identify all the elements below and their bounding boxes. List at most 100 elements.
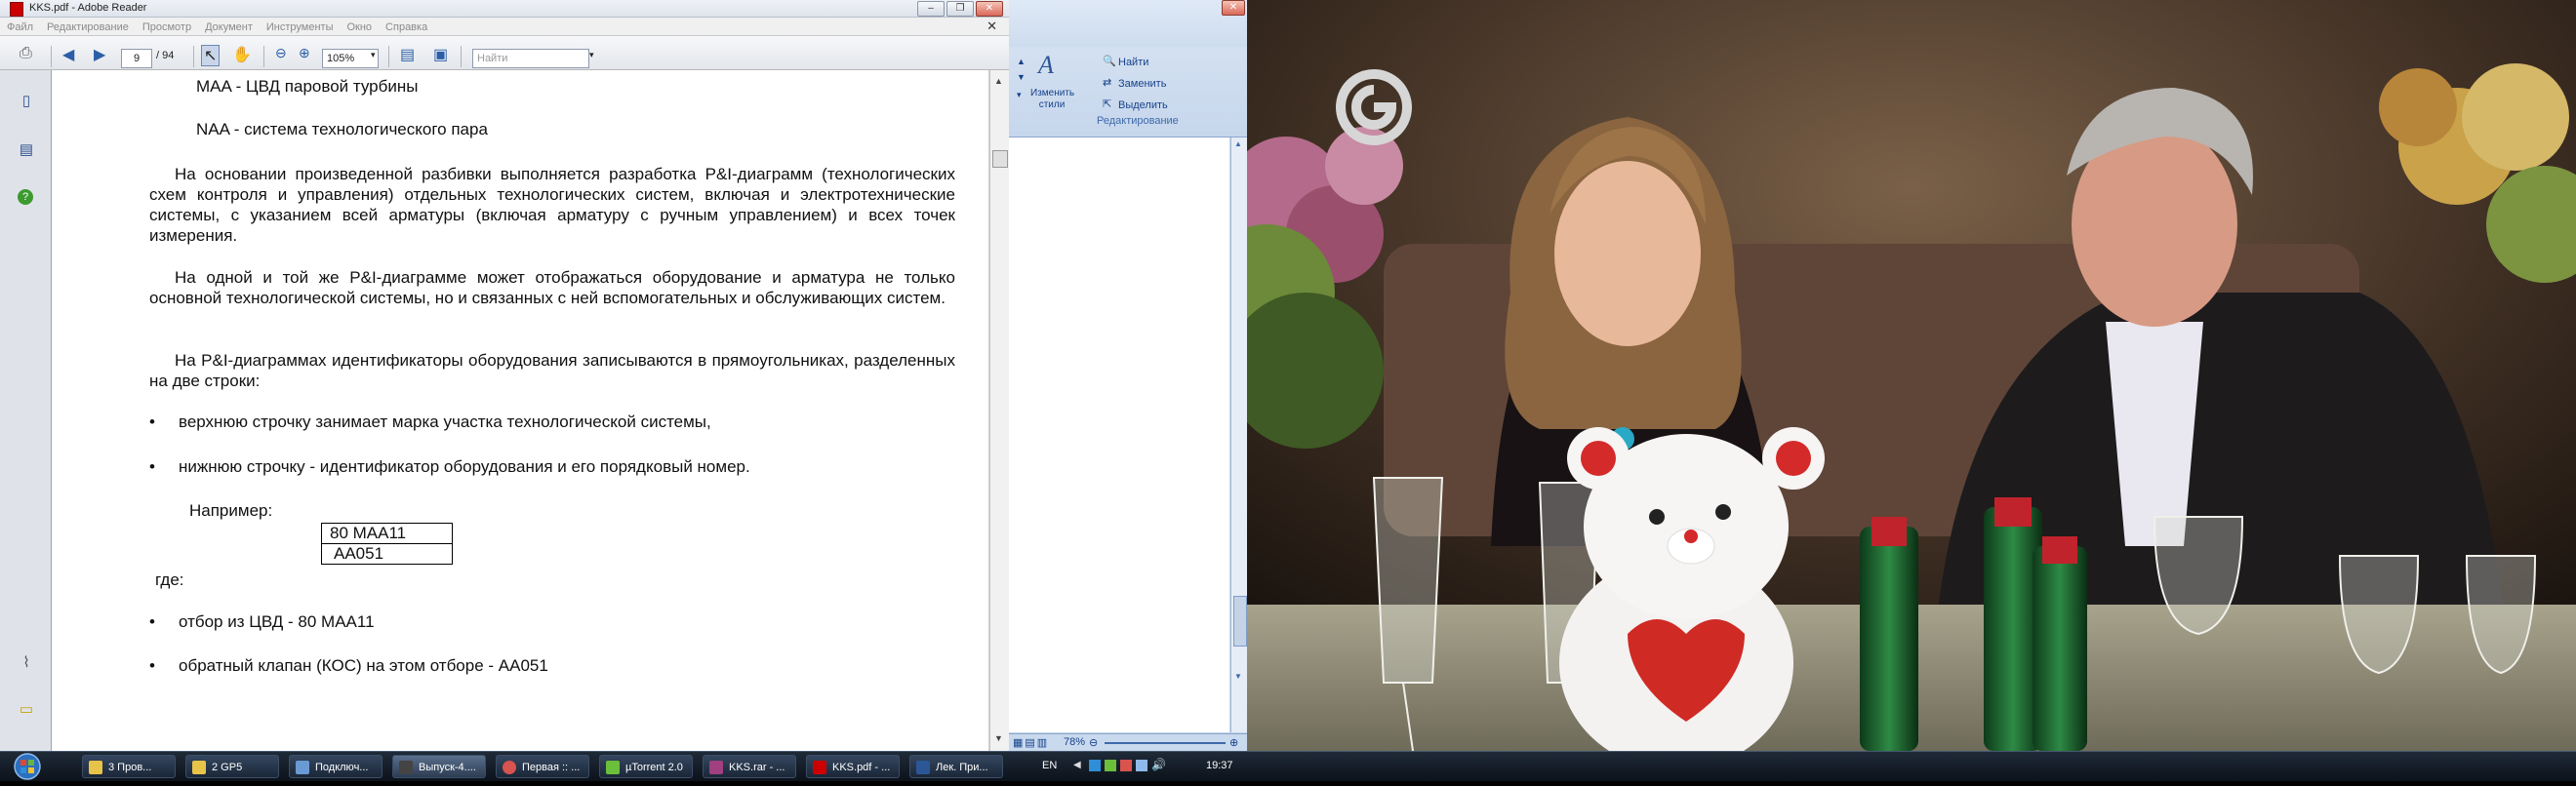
taskbar-item-video[interactable]: Выпуск-4.... (392, 755, 486, 778)
menu-edit[interactable]: Редактирование (40, 20, 136, 33)
find-icon: 🔍 (1103, 56, 1116, 67)
clock[interactable]: 19:37 (1206, 760, 1233, 771)
adobe-reader-window: KKS.pdf - Adobe Reader – ❐ ✕ Файл Редакти… (0, 0, 1009, 751)
page-number-input[interactable]: 9 (121, 49, 152, 68)
video-frame (1247, 0, 2576, 751)
comments-icon[interactable]: ▭ (18, 700, 35, 720)
scroll-thumb[interactable] (992, 150, 1008, 168)
word-close-button[interactable]: ✕ (1222, 0, 1245, 16)
print-icon[interactable]: ⎙ (20, 45, 32, 62)
doc-box-top: 80 MAA11 (321, 523, 453, 544)
word-scroll-thumb[interactable] (1233, 596, 1247, 647)
view-buttons-icon[interactable]: ▦▤▥ (1013, 736, 1049, 749)
folder-icon (192, 761, 206, 774)
zoom-slider[interactable] (1105, 742, 1226, 744)
taskbar-item-browser[interactable]: Первая :: ... (496, 755, 589, 778)
language-indicator[interactable]: EN (1042, 760, 1057, 771)
word-vertical-scrollbar[interactable]: ▲ ▼ (1230, 138, 1247, 732)
tray-expand-icon[interactable]: ◀ (1073, 760, 1081, 770)
word-scroll-up-icon[interactable]: ▲ (1234, 139, 1242, 148)
tray-app-icon[interactable] (1089, 760, 1101, 771)
word-icon (916, 761, 930, 774)
media-player-icon (399, 761, 413, 774)
select-icon: ⇱ (1103, 98, 1112, 110)
menu-document[interactable]: Документ (198, 20, 260, 33)
zoom-in-icon[interactable]: ⊕ (1229, 736, 1238, 749)
taskbar-item-gp5[interactable]: 2 GP5 (185, 755, 279, 778)
next-page-icon[interactable]: ▶ (94, 45, 105, 64)
menu-help[interactable]: Справка (379, 20, 434, 33)
doc-line-naa: NAA - система технологического пара (196, 120, 488, 138)
doc-line-maa: MAA - ЦВД паровой турбины (196, 77, 419, 96)
document-page: MAA - ЦВД паровой турбины NAA - система … (52, 70, 988, 751)
word-ribbon: ✕ ▲ ▼ ▾ A Изменить стили 🔍 Найти ⇄ Замен… (1009, 0, 1247, 138)
volume-icon[interactable]: 🔊 (1151, 758, 1166, 771)
fit-width-icon[interactable]: ▤ (400, 45, 415, 64)
hand-tool-icon[interactable]: ✋ (232, 45, 252, 64)
taskbar-item-word[interactable]: Лек. При... (909, 755, 1003, 778)
taskbar-item-winrar[interactable]: KKS.rar - ... (703, 755, 796, 778)
doc-paragraph-2: На одной и той же P&I-диаграмме может от… (149, 268, 955, 307)
tray-utorrent-icon[interactable] (1105, 760, 1116, 771)
close-document-icon[interactable]: ✕ (986, 19, 997, 34)
folder-icon (89, 761, 102, 774)
title-bar: KKS.pdf - Adobe Reader – ❐ ✕ (0, 0, 1009, 18)
ribbon-scroll-down-icon[interactable]: ▼ (1017, 72, 1026, 82)
zoom-dropdown-icon[interactable]: ▾ (371, 50, 376, 60)
taskbar-item-explorer[interactable]: 3 Пров... (82, 755, 176, 778)
menu-file[interactable]: Файл (0, 20, 40, 33)
fit-page-icon[interactable]: ▣ (433, 45, 448, 64)
doc-paragraph-3: На P&I-диаграммах идентификаторы оборудо… (149, 351, 955, 390)
scroll-down-icon[interactable]: ▼ (994, 733, 1003, 743)
pages-icon[interactable]: ▯ (18, 92, 35, 111)
select-tool-icon[interactable]: ↖ (201, 45, 221, 66)
utorrent-icon (606, 761, 620, 774)
scroll-up-icon[interactable]: ▲ (994, 76, 1003, 86)
search-dropdown-icon[interactable]: ▾ (589, 50, 594, 60)
word-scroll-down-icon[interactable]: ▼ (1234, 672, 1242, 681)
search-input[interactable]: Найти (472, 49, 589, 68)
zoom-in-icon[interactable]: ⊕ (299, 45, 310, 61)
tray-network-icon[interactable] (1136, 760, 1147, 771)
menu-window[interactable]: Окно (340, 20, 379, 33)
zoom-out-icon[interactable]: ⊖ (275, 45, 287, 61)
word-status-bar: ▦▤▥ 78% ⊖ ⊕ (1009, 733, 1247, 751)
doc-box-bottom: AA051 (321, 543, 453, 565)
start-button[interactable] (4, 752, 51, 781)
word-page (1009, 138, 1229, 732)
video-player[interactable] (1247, 0, 2576, 751)
system-tray: ◀ 🔊 (1073, 758, 1190, 773)
zoom-level[interactable]: 78% (1064, 736, 1085, 748)
ribbon-more-icon[interactable]: ▾ (1017, 90, 1022, 100)
minimize-button[interactable]: – (917, 1, 945, 17)
editing-group-label: Редактирование (1097, 115, 1179, 127)
bookmarks-icon[interactable]: ▤ (18, 140, 35, 160)
ribbon-scroll-up-icon[interactable]: ▲ (1017, 57, 1026, 66)
taskbar-item-connect[interactable]: Подключ... (289, 755, 382, 778)
select-button[interactable]: Выделить (1118, 99, 1168, 111)
change-styles-button[interactable]: Изменить стили (1030, 88, 1074, 111)
taskbar-item-utorrent[interactable]: µTorrent 2.0 (599, 755, 693, 778)
menu-view[interactable]: Просмотр (136, 20, 198, 33)
archive-icon (709, 761, 723, 774)
maximize-button[interactable]: ❐ (946, 1, 974, 17)
change-styles-icon[interactable]: A (1038, 51, 1054, 80)
attachments-icon[interactable]: ⌇ (18, 653, 35, 673)
navigation-panel: ▯ ▤ ? ⌇ ▭ (0, 70, 52, 751)
menu-bar: Файл Редактирование Просмотр Документ Инстру… (0, 18, 1009, 36)
replace-button[interactable]: Заменить (1118, 78, 1166, 90)
replace-icon: ⇄ (1103, 77, 1112, 89)
taskbar-item-adobe-reader[interactable]: KKS.pdf - ... (806, 755, 900, 778)
pdf-icon (813, 761, 826, 774)
vertical-scrollbar[interactable]: ▲ ▼ (989, 70, 1009, 751)
zoom-out-icon[interactable]: ⊖ (1089, 736, 1098, 749)
find-button[interactable]: Найти (1118, 57, 1148, 68)
previous-page-icon[interactable]: ◀ (62, 45, 74, 64)
menu-tools[interactable]: Инструменты (260, 20, 341, 33)
close-button[interactable]: ✕ (976, 1, 1003, 17)
doc-paragraph-1: На основании произведенной разбивки выпо… (149, 165, 955, 245)
browser-icon (503, 761, 516, 774)
tray-antivirus-icon[interactable] (1120, 760, 1132, 771)
doc-example-label: Например: (189, 501, 273, 520)
help-icon[interactable]: ? (18, 189, 33, 205)
